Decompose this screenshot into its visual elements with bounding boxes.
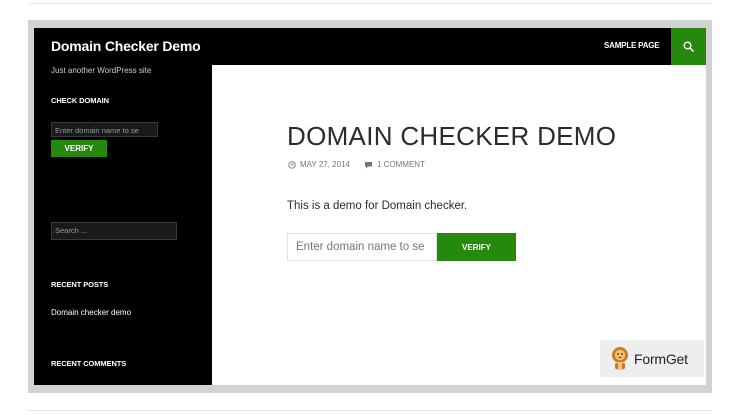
top-divider — [28, 3, 712, 4]
comment-icon — [364, 161, 372, 168]
site-tagline: Just another WordPress site — [51, 66, 152, 75]
search-icon — [683, 41, 694, 52]
post-date[interactable]: MAY 27, 2014 — [300, 160, 350, 169]
check-domain-title: CHECK DOMAIN — [51, 96, 109, 105]
lion-mascot-icon — [612, 346, 628, 370]
site-title[interactable]: Domain Checker Demo — [51, 38, 201, 54]
formget-logo-text: FormGet — [634, 350, 688, 367]
sidebar-verify-button[interactable]: VERIFY — [51, 140, 107, 157]
main-domain-input[interactable]: Enter domain name to se — [287, 233, 437, 261]
post-title[interactable]: DOMAIN CHECKER DEMO — [287, 121, 616, 152]
sidebar-domain-input[interactable]: Enter domain name to se — [51, 122, 158, 137]
formget-watermark: FormGet — [600, 340, 704, 377]
search-toggle-button[interactable] — [671, 28, 706, 65]
recent-comments-title: RECENT COMMENTS — [51, 359, 127, 368]
clock-icon — [288, 160, 296, 169]
site-header: Domain Checker Demo SAMPLE PAGE — [34, 28, 706, 65]
recent-post-link[interactable]: Domain checker demo — [51, 308, 131, 317]
post-comments-link[interactable]: 1 COMMENT — [377, 160, 425, 169]
recent-posts-title: RECENT POSTS — [51, 280, 109, 289]
sidebar-search-input[interactable]: Search ... — [51, 222, 177, 240]
bottom-divider — [28, 410, 712, 411]
post-meta: MAY 27, 2014 1 COMMENT — [288, 160, 425, 169]
sidebar: Just another WordPress site CHECK DOMAIN… — [34, 65, 212, 385]
nav-sample-page[interactable]: SAMPLE PAGE — [604, 41, 660, 50]
site-window: Domain Checker Demo SAMPLE PAGE Just ano… — [34, 28, 706, 385]
post-content: This is a demo for Domain checker. — [287, 200, 468, 212]
main-verify-button[interactable]: VERIFY — [437, 233, 516, 261]
